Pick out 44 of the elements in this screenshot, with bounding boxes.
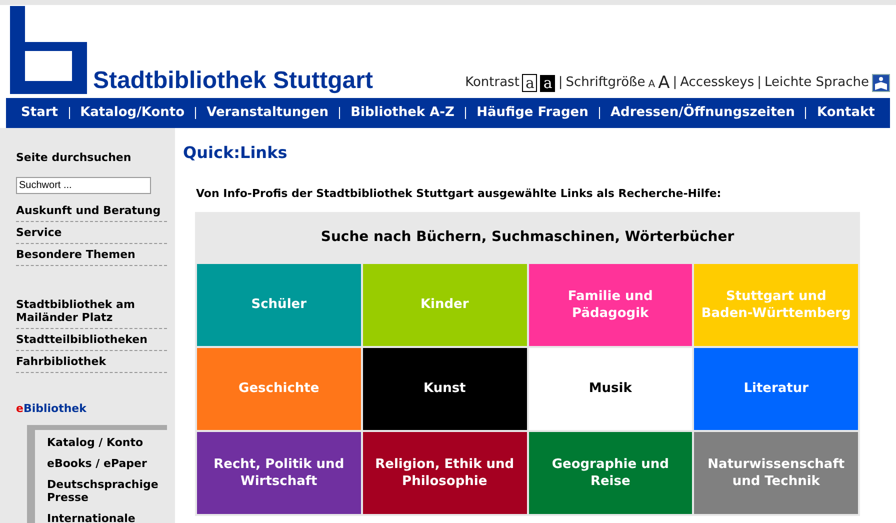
- site-title[interactable]: Stadtbibliothek Stuttgart: [93, 69, 373, 93]
- search-label: Seite durchsuchen: [16, 150, 132, 166]
- separator-text: |: [558, 74, 563, 92]
- sidebar-link[interactable]: Stadtbibliothek am Mailänder Platz: [16, 294, 167, 328]
- nav-link[interactable]: Bibliothek A-Z: [350, 103, 454, 123]
- tool-label: Schriftgröße: [566, 74, 646, 92]
- sidebar-link[interactable]: Service: [16, 222, 167, 244]
- submenu-link[interactable]: Internationale: [47, 508, 167, 523]
- tool-label: Kontrast: [465, 74, 520, 92]
- category-tile[interactable]: Literatur: [694, 348, 858, 430]
- page-title: Quick:Links: [183, 142, 288, 164]
- nav-link[interactable]: Veranstaltungen: [206, 103, 329, 123]
- category-tile[interactable]: Recht, Politik und Wirtschaft: [197, 432, 361, 514]
- sidebar-link[interactable]: Besondere Themen: [16, 244, 167, 266]
- toolbar-link[interactable]: Leichte Sprache: [764, 72, 869, 92]
- contrast-normal-button[interactable]: a: [522, 74, 538, 92]
- nav-link[interactable]: Start: [21, 103, 58, 123]
- nav-link[interactable]: Kontakt: [816, 103, 875, 123]
- contrast-inverse-button[interactable]: a: [540, 75, 556, 92]
- font-size-small-button[interactable]: A: [648, 77, 656, 92]
- nav-link[interactable]: Adressen/Öffnungszeiten: [610, 103, 795, 123]
- toolbar-link[interactable]: Accesskeys: [680, 72, 754, 92]
- sidebar-link[interactable]: Fahrbibliothek: [16, 350, 167, 372]
- submenu-link[interactable]: Katalog / Konto: [47, 432, 167, 453]
- separator-text: |: [672, 74, 678, 92]
- nav-link[interactable]: Häufige Fragen: [476, 103, 588, 123]
- separator-text: |: [757, 74, 762, 92]
- category-tile[interactable]: Kunst: [362, 348, 526, 430]
- submenu-link[interactable]: eBooks / ePaper: [47, 453, 167, 474]
- category-tile[interactable]: Geographie und Reise: [528, 432, 692, 514]
- category-tile[interactable]: Naturwissenschaft und Technik: [694, 432, 858, 514]
- search-field[interactable]: Suchwort ...: [16, 176, 151, 194]
- nav-link[interactable]: Katalog/Konto: [80, 103, 185, 123]
- category-tile[interactable]: Musik: [528, 348, 692, 430]
- submenu-link[interactable]: Deutschsprachige Presse: [47, 474, 167, 508]
- sidebar-link[interactable]: Stadtteilbibliotheken: [16, 328, 167, 350]
- intro-text: Von Info-Profis der Stadtbibliothek Stuttgart ausgewählte Links als Recherche-Hilfe:: [196, 186, 722, 202]
- font-size-large-button[interactable]: A: [658, 74, 670, 92]
- logo-icon[interactable]: [10, 6, 87, 94]
- section-heading: Suche nach Büchern, Suchmaschinen, Wörterbücher: [320, 228, 736, 247]
- easy-language-icon[interactable]: [872, 74, 890, 92]
- sidebar-link[interactable]: Auskunft und Beratung: [16, 200, 167, 222]
- ebibliothek-heading[interactable]: eBibliothek: [16, 400, 167, 417]
- category-tile[interactable]: Religion, Ethik und Philosophie: [362, 432, 526, 514]
